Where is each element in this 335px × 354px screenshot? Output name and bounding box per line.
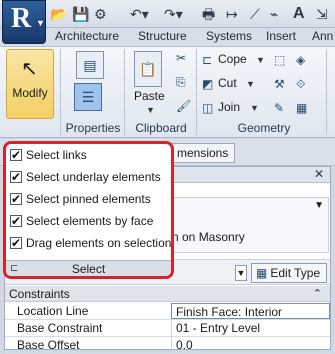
measure-icon[interactable]: ↦: [226, 5, 238, 23]
open-icon[interactable]: 📂: [50, 5, 67, 23]
properties-group-title: Properties: [65, 121, 121, 135]
geometry-group-title: Geometry: [237, 121, 291, 135]
edit-type-button[interactable]: ▦ Edit Type: [251, 263, 327, 283]
checkbox[interactable]: [10, 212, 22, 230]
measure-angle-icon[interactable]: ⟋: [250, 5, 260, 23]
type-properties-icon[interactable]: ▤: [76, 51, 104, 79]
text-icon[interactable]: A: [293, 5, 305, 23]
remove-paint-icon[interactable]: ▦: [296, 101, 307, 115]
tab-dimensions[interactable]: mensions: [170, 143, 236, 163]
chevron-down-icon[interactable]: ▼: [256, 55, 265, 65]
tab-insert[interactable]: Insert: [266, 29, 296, 43]
menu-item-label: Select pinned elements: [26, 192, 151, 206]
redo-icon[interactable]: ↷▾: [164, 5, 183, 23]
select-options-menu: Select links Select underlay elements Se…: [3, 141, 174, 279]
checkbox[interactable]: [10, 146, 22, 164]
dimension-icon[interactable]: ⌁: [270, 5, 278, 23]
split-face-icon[interactable]: ⬚: [274, 53, 285, 67]
app-logo-icon: R: [11, 3, 32, 34]
chevron-down-icon[interactable]: ▼: [146, 105, 155, 115]
property-key: Base Constraint: [17, 321, 103, 335]
property-row: Base Offset 0.0: [5, 337, 330, 354]
type-selector[interactable]: n on Masonry ▼: [161, 197, 329, 253]
demolish-icon[interactable]: ⚒: [274, 77, 285, 91]
settings-icon[interactable]: ⚙: [94, 5, 107, 23]
property-value[interactable]: Finish Face: Interior: [171, 303, 330, 319]
undo-icon[interactable]: ↶▾: [130, 5, 149, 23]
join-icon: ◫: [202, 101, 214, 115]
cut-label[interactable]: Cut: [218, 76, 237, 90]
properties-icon[interactable]: ☰: [74, 83, 102, 111]
edit-type-icon: ▦: [256, 266, 268, 280]
menu-item-label: Select elements by face: [26, 214, 154, 228]
menu-item-select-pinned[interactable]: Select pinned elements: [10, 190, 151, 212]
ribbon-panel: ↖ Modify ▤ ☰ Properties 📋 Paste ▼ ✂ ⎘ 🖌 …: [0, 46, 335, 138]
pick-icon[interactable]: ⟐: [296, 77, 305, 92]
divider: [326, 49, 327, 135]
constraints-section[interactable]: Constraints ⌃: [5, 286, 330, 302]
divider: [196, 49, 197, 135]
menu-item-select-links[interactable]: Select links: [10, 146, 87, 168]
menu-item-select-underlay[interactable]: Select underlay elements: [10, 168, 161, 190]
join-label[interactable]: Join: [218, 100, 240, 114]
property-row: Location Line Finish Face: Interior: [5, 303, 330, 320]
menu-item-label: Drag elements on selection: [26, 236, 172, 250]
menu-item-label: Select links: [26, 148, 87, 162]
cope-label[interactable]: Cope: [218, 52, 247, 66]
paint-icon[interactable]: ✎: [274, 101, 284, 115]
select-panel-footer[interactable]: ⊏ Select: [6, 260, 171, 276]
paste-icon[interactable]: 📋: [134, 51, 162, 87]
chevron-down-icon[interactable]: ▼: [250, 103, 259, 113]
edit-type-label: Edit Type: [270, 266, 321, 280]
chevron-down-icon[interactable]: ▼: [235, 265, 247, 281]
select-panel-title: Select: [71, 262, 106, 276]
checkbox[interactable]: [10, 168, 22, 186]
paste-label[interactable]: Paste: [134, 89, 165, 103]
more-icon[interactable]: ⇲: [316, 5, 328, 23]
application-menu-button[interactable]: R ▼: [2, 0, 46, 44]
match-properties-icon[interactable]: 🖌: [176, 99, 191, 113]
property-value[interactable]: 0.0: [171, 337, 330, 353]
property-value[interactable]: 01 - Entry Level: [171, 320, 330, 336]
menu-item-label: Select underlay elements: [26, 170, 161, 184]
collapse-icon[interactable]: ⌃: [313, 286, 322, 302]
copy-icon[interactable]: ⎘: [176, 75, 186, 90]
tab-structure[interactable]: Structure: [138, 29, 187, 43]
save-icon[interactable]: 💾: [72, 5, 89, 23]
modify-label: Modify: [12, 86, 48, 100]
cursor-arrow-icon: ↖: [21, 58, 38, 80]
type-name: n on Masonry: [172, 230, 245, 244]
quick-access-toolbar: R ▼ 📂 💾 ⚙ ↶▾ ↷▾ 🖶 ↦ ⟋ ⌁ A ⇲: [0, 0, 335, 44]
divider: [124, 49, 125, 135]
close-icon[interactable]: ✕: [314, 167, 324, 181]
chevron-down-icon[interactable]: ▼: [314, 200, 324, 211]
property-row: Base Constraint 01 - Entry Level: [5, 320, 330, 337]
menu-item-select-by-face[interactable]: Select elements by face: [10, 212, 153, 234]
property-key: Location Line: [17, 304, 89, 318]
print-icon[interactable]: 🖶: [202, 5, 215, 23]
chevron-down-icon: ▼: [36, 18, 45, 28]
checkbox[interactable]: [10, 190, 22, 208]
chevron-down-icon[interactable]: ▼: [246, 79, 255, 89]
divider: [60, 49, 61, 135]
ribbon-tab-bar: Architecture Structure Systems Insert An…: [0, 28, 335, 46]
checkbox[interactable]: [10, 234, 22, 252]
clipboard-group-title: Clipboard: [135, 121, 187, 135]
property-key: Base Offset: [17, 338, 80, 352]
menu-item-drag-on-selection[interactable]: Drag elements on selection: [10, 234, 171, 256]
tab-architecture[interactable]: Architecture: [55, 29, 119, 43]
tab-annotate[interactable]: Ann: [312, 29, 333, 43]
scissors-icon[interactable]: ✂: [176, 51, 186, 65]
section-label: Constraints: [9, 287, 70, 301]
cut-icon: ◩: [202, 77, 214, 91]
cope-icon: ⊏: [202, 53, 213, 67]
wall-joins-icon[interactable]: ◈: [296, 53, 305, 67]
modify-button[interactable]: ↖ Modify: [6, 49, 54, 119]
tab-systems[interactable]: Systems: [206, 29, 252, 43]
